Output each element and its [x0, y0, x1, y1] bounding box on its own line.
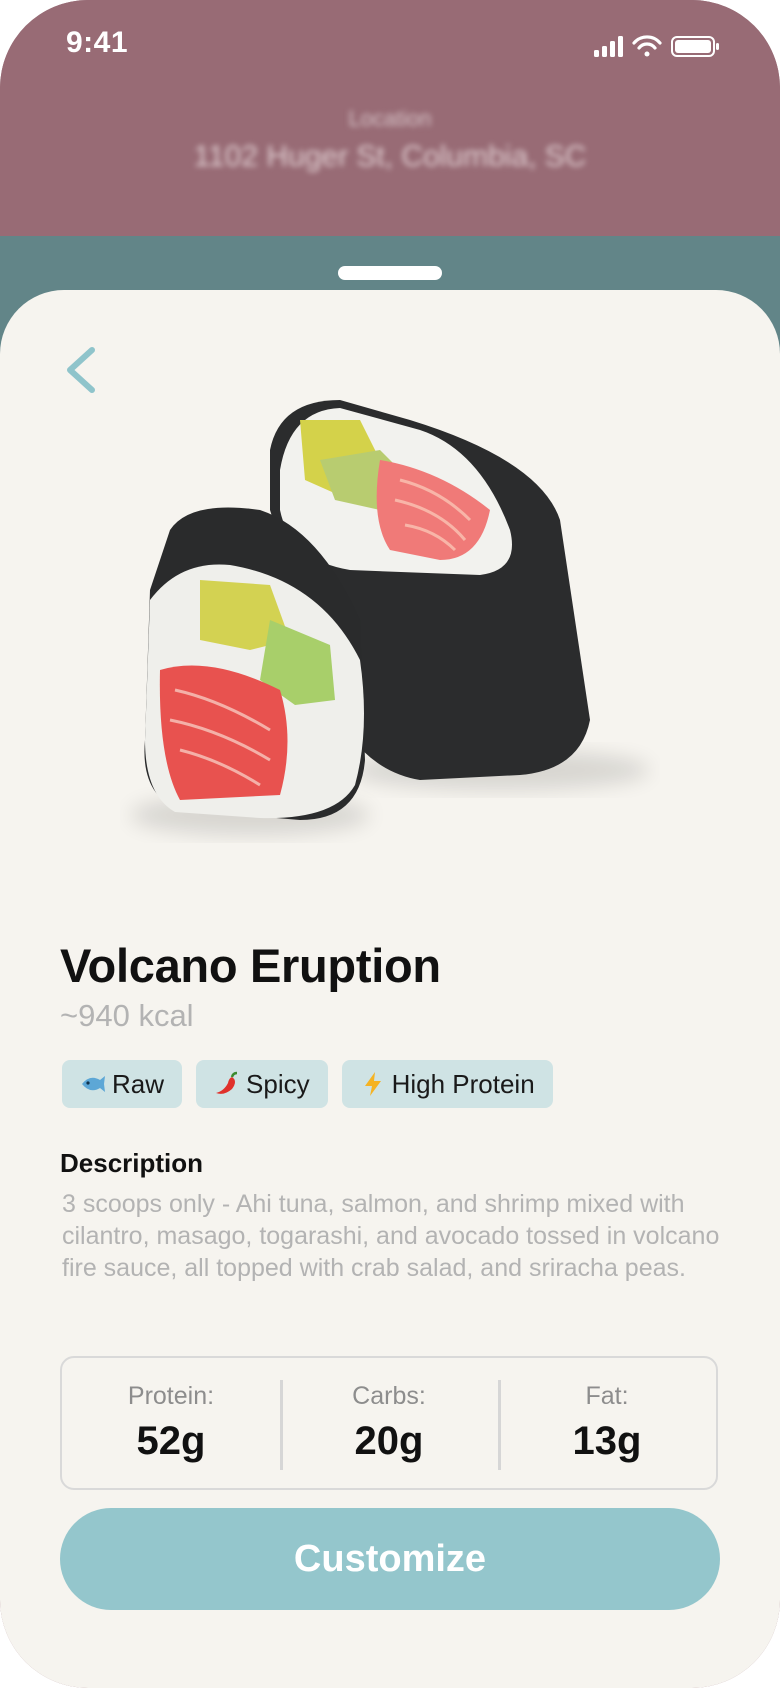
tag-label: Raw	[112, 1068, 165, 1099]
item-calories: ~940 kcal	[60, 998, 194, 1033]
sheet-grabber[interactable]	[338, 266, 442, 280]
chevron-left-icon	[67, 347, 95, 393]
status-icons	[594, 35, 719, 57]
macro-protein: Protein: 52g	[62, 1358, 280, 1488]
tag-list: Raw Spicy High Protein	[62, 1060, 553, 1108]
chili-pepper-icon	[214, 1071, 240, 1097]
tag-raw: Raw	[62, 1060, 183, 1108]
macro-value: 52g	[136, 1419, 206, 1463]
tag-high-protein: High Protein	[341, 1060, 553, 1108]
macros-panel: Protein: 52g Carbs: 20g Fat: 13g	[60, 1356, 718, 1490]
macro-carbs: Carbs: 20g	[280, 1358, 498, 1488]
macro-value: 20g	[354, 1419, 424, 1463]
lightning-icon	[360, 1071, 386, 1097]
macro-fat: Fat: 13g	[498, 1358, 716, 1488]
fish-icon	[80, 1071, 106, 1097]
tag-spicy: Spicy	[196, 1060, 328, 1108]
location-value: 1102 Huger St, Columbia, SC	[193, 140, 587, 173]
phone-screen: Location 1102 Huger St, Columbia, SC 9:4…	[0, 0, 780, 1688]
status-time: 9:41	[66, 26, 129, 59]
location-label: Location	[348, 106, 432, 131]
battery-icon	[671, 36, 719, 57]
description-text: 3 scoops only - Ahi tuna, salmon, and sh…	[62, 1190, 720, 1282]
macro-label: Protein:	[127, 1382, 215, 1410]
tag-label: Spicy	[246, 1068, 310, 1099]
tag-label: High Protein	[391, 1068, 535, 1099]
description-heading: Description	[60, 1148, 204, 1178]
macro-label: Fat:	[585, 1382, 629, 1410]
macro-value: 13g	[572, 1419, 642, 1463]
customize-button[interactable]: Customize	[60, 1508, 720, 1610]
item-title: Volcano Eruption	[60, 939, 441, 992]
food-image	[130, 400, 650, 835]
wifi-icon	[632, 35, 662, 57]
back-button[interactable]	[56, 340, 104, 400]
macro-label: Carbs:	[352, 1382, 426, 1410]
cellular-signal-icon	[594, 36, 623, 57]
